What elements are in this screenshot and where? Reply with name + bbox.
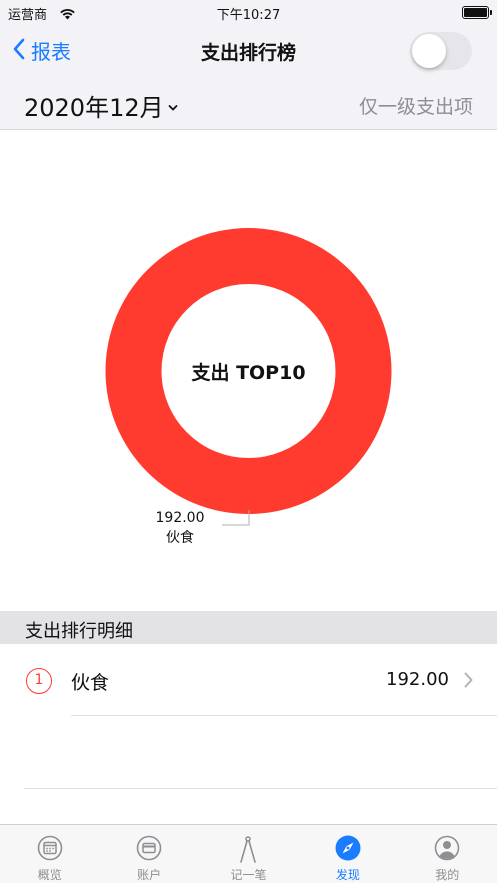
toggle-knob [412,34,446,68]
slice-value-label: 192.00 [155,510,205,526]
tab-accounts[interactable]: 账户 [99,825,198,883]
tab-overview[interactable]: 概览 [0,825,99,883]
tab-label: 概览 [37,868,62,882]
compass-pen-icon [235,835,261,869]
section-title: 支出排行明细 [25,621,133,642]
person-icon [434,835,460,865]
tab-label: 发现 [335,868,360,882]
month-label: 2020年12月 [24,94,164,122]
category-amount: 192.00 [386,669,449,690]
toggle-switch[interactable] [410,32,472,70]
list-divider [24,788,497,789]
tab-profile[interactable]: 我的 [398,825,497,883]
month-selector[interactable]: 2020年12月 [24,88,178,123]
rank-badge: 1 [26,668,52,694]
chart-area: 支出 TOP10 192.00 伙食 [0,131,497,611]
ranking-list: 1 伙食 192.00 [0,644,497,716]
slice-name-label: 伙食 [166,530,194,546]
tab-record[interactable]: 记一笔 [199,825,298,883]
category-name: 伙食 [71,672,110,694]
filter-bar: 2020年12月 仅一级支出项 [0,78,497,130]
card-icon [136,835,162,865]
tab-label: 我的 [435,868,460,882]
chevron-right-icon [464,672,473,692]
screen: 运营商 下午10:27 报表 支出排行榜 2020年12月 仅一级支出项 支出 … [0,0,497,883]
calendar-icon [37,835,63,865]
row-divider [71,715,497,716]
tab-discover[interactable]: 发现 [298,825,397,883]
nav-bar: 报表 支出排行榜 [0,24,497,78]
compass-icon [335,835,361,865]
chart-center-label: 支出 TOP10 [191,362,306,384]
section-header: 支出排行明细 [0,611,497,644]
tab-label: 记一笔 [230,868,267,882]
status-bar: 运营商 下午10:27 [0,0,497,24]
battery-icon [462,6,492,19]
first-level-filter[interactable]: 仅一级支出项 [359,92,473,119]
ranking-row[interactable]: 1 伙食 192.00 [0,644,497,716]
chevron-down-icon [168,97,178,116]
tab-bar: 概览 账户 记一笔 发现 我的 [0,824,497,883]
clock: 下午10:27 [216,8,281,23]
tab-label: 账户 [137,868,162,882]
